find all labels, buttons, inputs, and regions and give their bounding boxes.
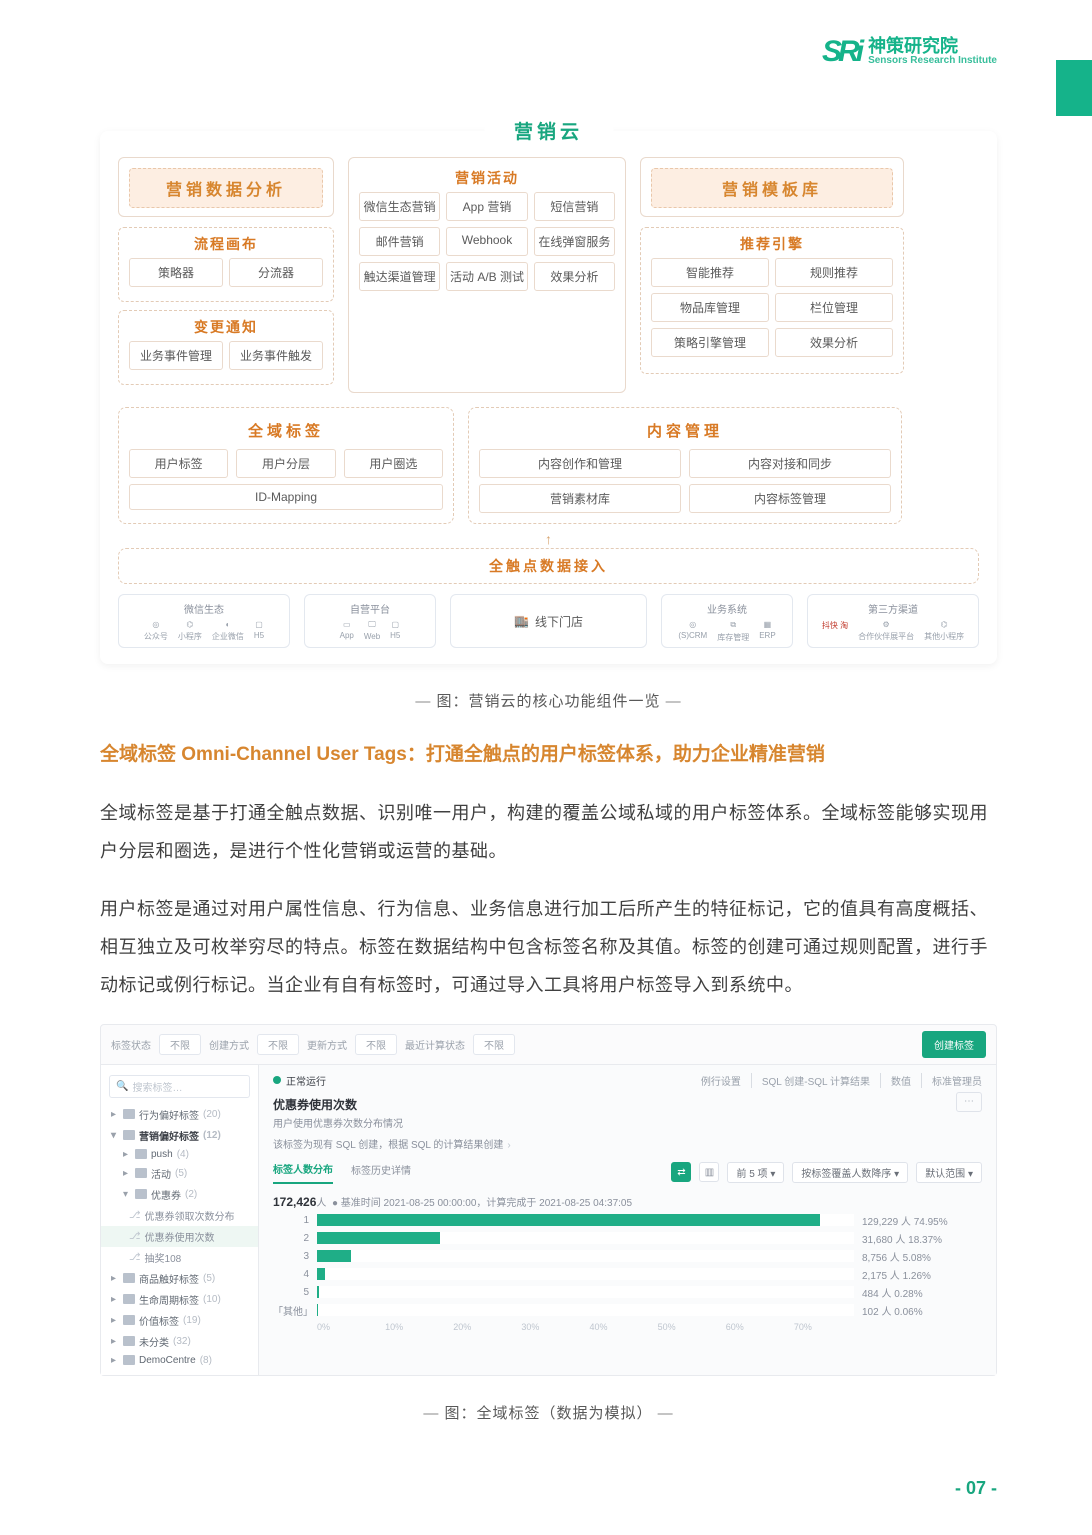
chevron-icon: ▸ (111, 1336, 119, 1347)
data-in-bar: 全触点数据接入 (118, 548, 979, 584)
wechat-icon: ◎ (152, 620, 159, 629)
folder-icon (123, 1130, 135, 1140)
filter-create[interactable]: 不限 (257, 1034, 299, 1055)
arrow-up-icon: ↑ (118, 534, 979, 544)
order-dropdown[interactable]: 按标签覆盖人数降序 ▾ (792, 1162, 908, 1183)
tag-tree: 🔍 搜索标签… ▸行为偏好标签 (20)▾营销偏好标签 (12)▸push (4… (101, 1065, 259, 1375)
tab-distribution[interactable]: 标签人数分布 (273, 1161, 333, 1184)
tab-history[interactable]: 标签历史详情 (351, 1162, 411, 1183)
card-title: 优惠券使用次数 (273, 1096, 956, 1113)
tree-folder[interactable]: ▸价值标签 (19) (101, 1310, 258, 1331)
bar-row: 42,175 人 1.26% (273, 1267, 982, 1282)
chevron-icon: ▸ (111, 1109, 119, 1120)
chevron-icon: ▸ (111, 1355, 119, 1366)
offline-store: 🏬线下门店 (450, 594, 647, 648)
tree-folder[interactable]: ▾营销偏好标签 (12) (101, 1125, 258, 1146)
tree-folder[interactable]: ▸行为偏好标签 (20) (101, 1104, 258, 1125)
barchart-icon[interactable]: ▥ (699, 1162, 719, 1182)
chevron-icon: ▸ (111, 1294, 119, 1305)
section-heading: 全域标签 Omni-Channel User Tags：打通全触点的用户标签体系… (100, 741, 997, 770)
tree-search-input[interactable]: 🔍 搜索标签… (109, 1075, 250, 1098)
brand-logo: SRi 神策研究院 Sensors Research Institute (822, 35, 997, 69)
filter-status[interactable]: 不限 (159, 1034, 201, 1055)
marketing-cloud-diagram: 营销云 营销数据分析 流程画布 策略器 分流器 变更通知 业务事件管理 (100, 131, 997, 664)
h5-icon: ▢ (255, 620, 263, 629)
tree-folder[interactable]: ▸商品触好标签 (5) (101, 1268, 258, 1289)
erp-icon: ▦ (764, 620, 772, 629)
bar-row: 「其他」102 人 0.06% (273, 1303, 982, 1318)
tag-icon: ⎇ (129, 1231, 141, 1242)
tag-icon: ⎇ (129, 1210, 141, 1221)
app-icon: ▭ (343, 620, 351, 629)
chevron-icon: ▾ (123, 1189, 131, 1200)
chevron-icon: ▸ (111, 1315, 119, 1326)
band-tags: 全域标签 用户标签 用户分层 用户圈选 ID-Mapping (118, 407, 454, 524)
diagram-title: 营销云 (484, 115, 613, 146)
tree-leaf[interactable]: ⎇优惠券领取次数分布 (101, 1205, 258, 1226)
chip[interactable]: 分流器 (229, 258, 323, 287)
page-accent (1056, 60, 1092, 116)
search-icon: 🔍 (116, 1081, 128, 1092)
chevron-icon: ▸ (111, 1273, 119, 1284)
more-menu-button[interactable]: ⋯ (956, 1092, 982, 1112)
period-dropdown[interactable]: 默认范围 ▾ (916, 1162, 982, 1183)
tree-leaf[interactable]: ⎇抽奖108 (101, 1247, 258, 1268)
folder-icon (123, 1355, 135, 1365)
store-icon: 🏬 (514, 614, 529, 628)
wecom-icon: ◐ (225, 620, 230, 629)
page-number: - 07 - (955, 1478, 997, 1499)
folder-icon (123, 1273, 135, 1283)
tag-icon: ⎇ (129, 1252, 141, 1263)
folder-icon (123, 1315, 135, 1325)
tree-folder[interactable]: ▸活动 (5) (101, 1163, 258, 1184)
miniprogram-icon: ⌬ (941, 620, 948, 629)
data-sources: 微信生态 ◎公众号 ⌬小程序 ◐企业微信 ▢H5 自营平台 ▭App 🖵Web … (118, 594, 979, 648)
folder-icon (123, 1109, 135, 1119)
folder-icon (135, 1168, 147, 1178)
tree-leaf[interactable]: ⎇优惠券使用次数 (101, 1226, 258, 1247)
paragraph: 用户标签是通过对用户属性信息、行为信息、业务信息进行加工后所产生的特征标记，它的… (100, 890, 997, 1004)
folder-icon (135, 1189, 147, 1199)
h5-icon: ▢ (391, 620, 399, 629)
chevron-icon: ▾ (111, 1130, 119, 1141)
bar-row: 1129,229 人 74.95% (273, 1213, 982, 1228)
swap-icon[interactable]: ⇄ (671, 1162, 691, 1182)
filter-calc[interactable]: 不限 (473, 1034, 515, 1055)
web-icon: 🖵 (368, 620, 376, 630)
partner-icon: ⚙ (883, 620, 890, 629)
chevron-icon: ▸ (123, 1149, 131, 1160)
folder-icon (123, 1336, 135, 1346)
crm-icon: ◎ (689, 620, 696, 629)
chip[interactable]: 策略器 (129, 258, 223, 287)
col-activity: 营销活动 微信生态营销 App 营销 短信营销 邮件营销 Webhook 在线弹… (348, 157, 626, 393)
tree-folder[interactable]: ▸DemoCentre (8) (101, 1352, 258, 1369)
sort-top-dropdown[interactable]: 前 5 项 ▾ (727, 1162, 784, 1183)
bar-row: 5484 人 0.28% (273, 1285, 982, 1300)
create-tag-button[interactable]: 创建标签 (922, 1031, 986, 1058)
figure-caption-1: 图：营销云的核心功能组件一览 (100, 690, 997, 711)
tree-folder[interactable]: ▾优惠券 (2) (101, 1184, 258, 1205)
col-recommend: 营销模板库 推荐引擎 智能推荐 规则推荐 物品库管理 栏位管理 策略引擎管理 效… (640, 157, 904, 393)
paragraph: 全域标签是基于打通全触点数据、识别唯一用户，构建的覆盖公域私域的用户标签体系。全… (100, 794, 997, 870)
status-dot-icon (273, 1076, 281, 1084)
bar-row: 231,680 人 18.37% (273, 1231, 982, 1246)
tree-folder[interactable]: ▸push (4) (101, 1146, 258, 1163)
tree-folder[interactable]: ▸生命周期标签 (10) (101, 1289, 258, 1310)
bar-row: 38,756 人 5.08% (273, 1249, 982, 1264)
miniprogram-icon: ⌬ (186, 620, 193, 629)
tree-folder[interactable]: ▸未分类 (32) (101, 1331, 258, 1352)
stock-icon: ⧉ (730, 620, 736, 630)
chevron-icon: ▸ (123, 1168, 131, 1179)
band-content: 内容管理 内容创作和管理 内容对接和同步 营销素材库 内容标签管理 (468, 407, 902, 524)
distribution-bar-chart: 1129,229 人 74.95% 231,680 人 18.37% 38,756 … (273, 1213, 982, 1318)
omni-tags-screenshot: 标签状态 不限 创建方式 不限 更新方式 不限 最近计算状态 不限 创建标签 🔍… (100, 1024, 997, 1376)
filter-update[interactable]: 不限 (355, 1034, 397, 1055)
folder-icon (123, 1294, 135, 1304)
figure-caption-2: 图：全域标签（数据为模拟） (100, 1402, 997, 1423)
chevron-right-icon[interactable]: › (507, 1140, 510, 1151)
folder-icon (135, 1149, 147, 1159)
col-canvas-change: 营销数据分析 流程画布 策略器 分流器 变更通知 业务事件管理 业务事件触发 (118, 157, 334, 393)
header-links: 例行设置 SQL 创建-SQL 计算结果 数值 标准管理员 (701, 1073, 982, 1088)
